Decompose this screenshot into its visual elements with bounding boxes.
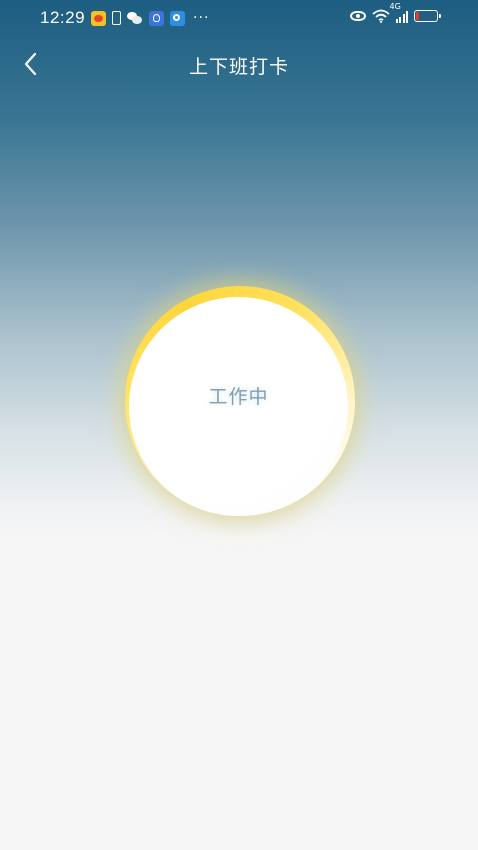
battery-level (416, 12, 419, 20)
status-bar: 12:29 ··· 4G (0, 0, 478, 36)
phone-icon (112, 11, 122, 25)
title-bar: 上下班打卡 (0, 40, 478, 88)
bulb-app-icon (149, 10, 165, 26)
status-time: 12:29 (40, 8, 86, 27)
status-left: 12:29 ··· (40, 8, 209, 28)
search-app-icon (170, 10, 186, 26)
status-right: 4G (349, 2, 441, 23)
weibo-icon (91, 10, 107, 26)
eye-icon (349, 11, 366, 21)
work-status-label: 工作中 (208, 386, 269, 408)
clock-in-button[interactable]: 工作中 (125, 286, 355, 516)
signal-icon: 4G (390, 2, 408, 23)
page-title: 上下班打卡 (188, 56, 289, 78)
battery-icon (414, 10, 441, 22)
network-type-label: 4G (389, 1, 401, 11)
clock-button-face[interactable]: 工作中 (129, 297, 348, 516)
more-notifications-icon: ··· (193, 10, 210, 26)
wechat-icon (127, 12, 143, 24)
wifi-icon (371, 9, 390, 23)
screen: 12:29 ··· 4G 上下班打卡 工作中 (0, 0, 478, 850)
